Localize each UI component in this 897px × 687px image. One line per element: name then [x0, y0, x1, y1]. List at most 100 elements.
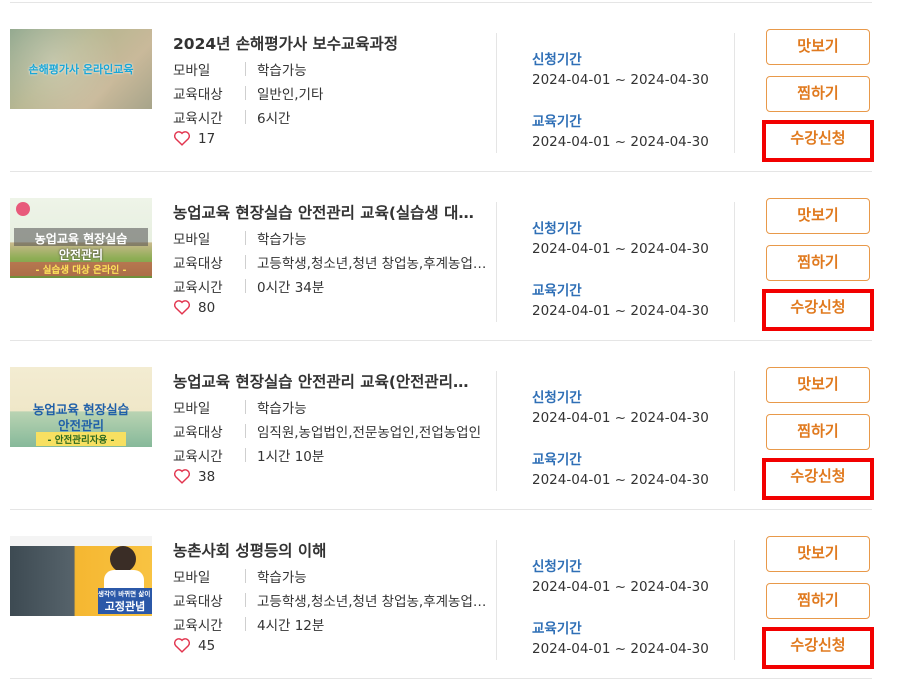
meta-separator: [245, 593, 246, 607]
thumbnail-subtitle: 안전관리: [58, 248, 104, 262]
apply-period-label: 신청기간: [532, 559, 582, 575]
thumbnail-title: 고정관념: [98, 598, 152, 614]
time-value: 0시간 34분: [257, 280, 325, 296]
apply-period-label: 신청기간: [532, 221, 582, 237]
meta-separator: [245, 110, 246, 124]
mobile-label: 모바일: [173, 401, 211, 417]
apply-button[interactable]: 수강신청: [762, 120, 874, 162]
heart-icon[interactable]: [173, 468, 191, 484]
course-row: 손해평가사 온라인교육 2024년 손해평가사 보수교육과정 모바일 학습가능 …: [0, 3, 897, 172]
apply-period-label: 신청기간: [532, 390, 582, 406]
meta-separator: [245, 400, 246, 414]
like-count: 38: [198, 469, 216, 485]
course-thumbnail[interactable]: 손해평가사 온라인교육: [10, 29, 152, 109]
like-count: 45: [198, 638, 216, 654]
edu-period-value: 2024-04-01 ~ 2024-04-30: [532, 134, 709, 150]
thumbnail-title: 농업교육 현장실습: [34, 232, 128, 246]
meta-separator: [245, 62, 246, 76]
wish-button[interactable]: 찜하기: [766, 245, 870, 281]
mobile-label: 모바일: [173, 63, 211, 79]
time-label: 교육시간: [173, 280, 223, 296]
column-divider: [734, 202, 735, 322]
mobile-value: 학습가능: [257, 401, 307, 417]
edu-period-label: 교육기간: [532, 283, 582, 299]
course-thumbnail[interactable]: 농업교육 현장실습 안전관리 - 안전관리자용 -: [10, 367, 152, 447]
column-divider: [734, 371, 735, 491]
row-divider: [10, 678, 872, 679]
wish-button[interactable]: 찜하기: [766, 583, 870, 619]
column-divider: [496, 540, 497, 660]
course-title[interactable]: 농업교육 현장실습 안전관리 교육(안전관리자용): [173, 370, 475, 392]
target-value: 고등학생,청소년,청년 창업농,후계농업경영인: [257, 256, 489, 272]
column-divider: [734, 540, 735, 660]
target-value: 임직원,농업법인,전문농업인,전업농업인: [257, 425, 482, 441]
course-title[interactable]: 농업교육 현장실습 안전관리 교육(실습생 대상 온라인교육): [173, 201, 475, 223]
wish-button[interactable]: 찜하기: [766, 414, 870, 450]
preview-button[interactable]: 맛보기: [766, 198, 870, 234]
course-thumbnail[interactable]: 생각이 바뀌면 삶이 바뀐다 고정관념: [10, 536, 152, 616]
time-value: 6시간: [257, 111, 291, 127]
edu-period-value: 2024-04-01 ~ 2024-04-30: [532, 641, 709, 657]
target-value: 일반인,기타: [257, 87, 324, 103]
target-label: 교육대상: [173, 87, 223, 103]
time-value: 1시간 10분: [257, 449, 325, 465]
edu-period-value: 2024-04-01 ~ 2024-04-30: [532, 472, 709, 488]
apply-period-value: 2024-04-01 ~ 2024-04-30: [532, 410, 709, 426]
heart-icon[interactable]: [173, 637, 191, 653]
column-divider: [734, 33, 735, 153]
thumbnail-caption: - 실습생 대상 온라인 -: [10, 262, 152, 276]
time-value: 4시간 12분: [257, 618, 325, 634]
edu-period-value: 2024-04-01 ~ 2024-04-30: [532, 303, 709, 319]
target-label: 교육대상: [173, 594, 223, 610]
wish-button[interactable]: 찜하기: [766, 76, 870, 112]
apply-period-label: 신청기간: [532, 52, 582, 68]
time-label: 교육시간: [173, 618, 223, 634]
like-count: 80: [198, 300, 216, 316]
meta-separator: [245, 86, 246, 100]
column-divider: [496, 33, 497, 153]
apply-period-value: 2024-04-01 ~ 2024-04-30: [532, 72, 709, 88]
time-label: 교육시간: [173, 449, 223, 465]
preview-button[interactable]: 맛보기: [766, 29, 870, 65]
target-label: 교육대상: [173, 425, 223, 441]
heart-icon[interactable]: [173, 130, 191, 146]
mobile-value: 학습가능: [257, 570, 307, 586]
mobile-value: 학습가능: [257, 232, 307, 248]
preview-button[interactable]: 맛보기: [766, 367, 870, 403]
mobile-label: 모바일: [173, 232, 211, 248]
target-label: 교육대상: [173, 256, 223, 272]
apply-button[interactable]: 수강신청: [762, 627, 874, 669]
time-label: 교육시간: [173, 111, 223, 127]
column-divider: [496, 371, 497, 491]
course-row: 농업교육 현장실습 안전관리 - 안전관리자용 - 농업교육 현장실습 안전관리…: [0, 341, 897, 510]
edu-period-label: 교육기간: [532, 452, 582, 468]
column-divider: [496, 202, 497, 322]
meta-separator: [245, 279, 246, 293]
meta-separator: [245, 424, 246, 438]
apply-period-value: 2024-04-01 ~ 2024-04-30: [532, 579, 709, 595]
meta-separator: [245, 569, 246, 583]
heart-icon[interactable]: [173, 299, 191, 315]
edu-period-label: 교육기간: [532, 114, 582, 130]
like-count: 17: [198, 131, 216, 147]
thumbnail-caption: - 안전관리자용 -: [36, 432, 126, 446]
course-title[interactable]: 농촌사회 성평등의 이해: [173, 539, 475, 561]
meta-separator: [245, 231, 246, 245]
apply-period-value: 2024-04-01 ~ 2024-04-30: [532, 241, 709, 257]
course-thumbnail[interactable]: 농업교육 현장실습 안전관리 - 실습생 대상 온라인 -: [10, 198, 152, 278]
apply-button[interactable]: 수강신청: [762, 458, 874, 500]
target-value: 고등학생,청소년,청년 창업농,후계농업경영인: [257, 594, 489, 610]
meta-separator: [245, 255, 246, 269]
thumbnail-text: 손해평가사 온라인교육: [28, 63, 134, 76]
mobile-value: 학습가능: [257, 63, 307, 79]
apply-button[interactable]: 수강신청: [762, 289, 874, 331]
thumbnail-caption: 생각이 바뀌면 삶이 바뀐다: [98, 588, 152, 598]
meta-separator: [245, 617, 246, 631]
course-title[interactable]: 2024년 손해평가사 보수교육과정: [173, 32, 475, 54]
course-row: 농업교육 현장실습 안전관리 - 실습생 대상 온라인 - 농업교육 현장실습 …: [0, 172, 897, 341]
edu-period-label: 교육기간: [532, 621, 582, 637]
course-row: 생각이 바뀌면 삶이 바뀐다 고정관념 농촌사회 성평등의 이해 모바일 학습가…: [0, 510, 897, 679]
preview-button[interactable]: 맛보기: [766, 536, 870, 572]
mobile-label: 모바일: [173, 570, 211, 586]
meta-separator: [245, 448, 246, 462]
